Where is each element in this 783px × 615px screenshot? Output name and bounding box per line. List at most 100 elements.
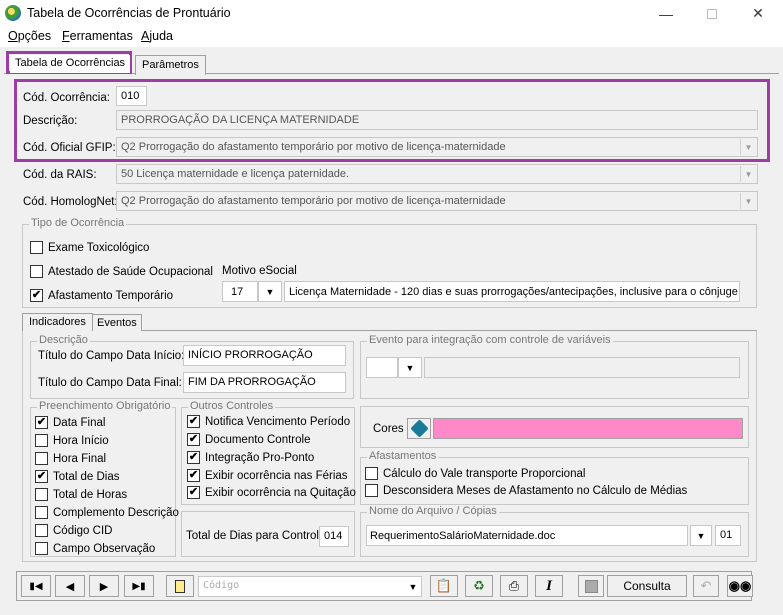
checkbox-box[interactable] (35, 452, 48, 465)
first-record-button[interactable]: ▮◀ (21, 575, 51, 597)
checkbox-box[interactable] (365, 484, 378, 497)
tipo-ocorrencia-title: Tipo de Ocorrência (29, 217, 127, 229)
undo-button[interactable]: ↶ (693, 575, 719, 597)
new-record-button[interactable] (166, 575, 194, 597)
color-picker-button[interactable] (407, 418, 431, 439)
window-title: Tabela de Ocorrências de Prontuário (27, 6, 231, 20)
checkbox-box[interactable]: ✔ (187, 451, 200, 464)
consulta-button[interactable]: Consulta (607, 575, 687, 597)
afastamento-checkbox[interactable]: ✔ Afastamento Temporário (30, 289, 173, 302)
atestado-checkbox[interactable]: Atestado de Saúde Ocupacional (30, 265, 213, 278)
chevron-down-icon[interactable]: ▼ (740, 166, 756, 182)
copias-input[interactable]: 01 (715, 525, 741, 546)
checkbox-box[interactable]: ✔ (187, 469, 200, 482)
search-record-button[interactable]: 📋 (430, 575, 458, 597)
checkbox-box[interactable] (35, 488, 48, 501)
tab-indicadores[interactable]: Indicadores (22, 313, 93, 331)
next-record-button[interactable]: ▶ (89, 575, 119, 597)
desconsidera-meses-checkbox[interactable]: Desconsidera Meses de Afastamento no Cál… (365, 484, 687, 497)
outros-notifica[interactable]: ✔ Notifica Vencimento Período (187, 415, 350, 428)
arquivo-title: Nome do Arquivo / Cópias (367, 505, 499, 517)
preench-data-final[interactable]: ✔ Data Final (35, 416, 105, 429)
checkbox-box[interactable] (35, 506, 48, 519)
last-record-button[interactable]: ▶▮ (124, 575, 154, 597)
minimize-button[interactable]: — (643, 0, 689, 27)
outros-quitacao[interactable]: ✔ Exibir ocorrência na Quitação (187, 486, 356, 499)
preench-codigo-cid[interactable]: Código CID (35, 524, 112, 537)
italic-button[interactable]: I (535, 575, 563, 597)
chevron-down-icon[interactable]: ▼ (740, 193, 756, 209)
checkbox-box[interactable] (365, 467, 378, 480)
evento-desc-field (424, 357, 740, 378)
checkbox-box[interactable]: ✔ (187, 415, 200, 428)
find-button[interactable]: ◉◉ (727, 575, 753, 597)
chevron-down-icon: ▼ (265, 286, 275, 297)
checkbox-box[interactable] (35, 524, 48, 537)
data-final-label: Título do Campo Data Final: (38, 377, 182, 389)
chevron-down-icon[interactable]: ▼ (405, 578, 421, 595)
checkbox-box[interactable] (35, 542, 48, 555)
total-dias-input[interactable]: 014 (319, 526, 349, 547)
checkbox-box[interactable] (30, 241, 43, 254)
print-button[interactable]: ⎙ (500, 575, 528, 597)
preench-hora-inicio[interactable]: Hora Início (35, 434, 109, 447)
menu-ferramentas[interactable]: Ferramentas (62, 29, 133, 43)
codigo-select[interactable]: Código (198, 576, 422, 597)
arquivo-select[interactable]: RequerimentoSalárioMaternidade.doc (366, 525, 688, 546)
tab-parametros[interactable]: Parâmetros (135, 55, 206, 75)
preench-campo-observacao[interactable]: Campo Observação (35, 542, 155, 555)
checkbox-box[interactable] (30, 265, 43, 278)
rais-select[interactable]: 50 Licença maternidade e licença paterni… (116, 164, 758, 184)
checkbox-box[interactable]: ✔ (35, 416, 48, 429)
evento-code-input[interactable] (366, 357, 398, 378)
preenchimento-title: Preenchimento Obrigatório (37, 400, 173, 412)
cod-ocorrencia-label: Cód. Ocorrência: (23, 92, 110, 104)
prev-record-button[interactable]: ◀ (55, 575, 85, 597)
preench-complemento[interactable]: Complemento Descrição (35, 506, 179, 519)
total-dias-label: Total de Dias para Controle: (186, 530, 329, 542)
checkbox-box[interactable]: ✔ (187, 433, 200, 446)
tab-eventos[interactable]: Eventos (92, 314, 142, 331)
evento-dropdown-button[interactable]: ▼ (398, 357, 422, 378)
arquivo-dropdown-button[interactable]: ▼ (690, 525, 712, 546)
data-final-input[interactable]: FIM DA PRORROGAÇÃO (183, 372, 346, 393)
tab-tabela-ocorrencias[interactable]: Tabela de Ocorrências (10, 55, 131, 73)
maximize-button[interactable] (689, 0, 735, 27)
paint-bucket-icon (409, 419, 429, 438)
menu-opcoes[interactable]: Opções (8, 29, 51, 43)
motivo-esocial-label: Motivo eSocial (222, 265, 297, 277)
first-icon: ▮◀ (29, 580, 43, 592)
save-button[interactable] (578, 575, 604, 597)
chevron-down-icon[interactable]: ▼ (740, 139, 756, 155)
vale-transporte-checkbox[interactable]: Cálculo do Vale transporte Proporcional (365, 467, 585, 480)
checkbox-box[interactable] (35, 434, 48, 447)
descricao-group-title: Descrição (37, 334, 90, 346)
color-swatch (433, 418, 743, 439)
motivo-code-input[interactable]: 17 (222, 281, 258, 302)
outros-ferias[interactable]: ✔ Exibir ocorrência nas Férias (187, 469, 348, 482)
preench-total-horas[interactable]: Total de Horas (35, 488, 127, 501)
minimize-icon: — (659, 5, 673, 22)
data-inicio-input[interactable]: INÍCIO PRORROGAÇÃO (183, 345, 346, 366)
preench-total-dias[interactable]: ✔ Total de Dias (35, 470, 119, 483)
motivo-dropdown-button[interactable]: ▼ (258, 281, 282, 302)
delete-button[interactable]: ♻ (465, 575, 493, 597)
outros-documento[interactable]: ✔ Documento Controle (187, 433, 310, 446)
chevron-down-icon: ▼ (696, 530, 706, 541)
homolognet-select[interactable]: Q2 Prorrogação do afastamento temporário… (116, 191, 758, 211)
preench-hora-final[interactable]: Hora Final (35, 452, 106, 465)
outros-pro-ponto[interactable]: ✔ Integração Pro-Ponto (187, 451, 314, 464)
document-search-icon: 📋 (435, 578, 453, 593)
last-icon: ▶▮ (132, 580, 146, 592)
menu-ajuda[interactable]: Ajuda (141, 29, 173, 43)
next-icon: ▶ (99, 580, 109, 593)
exame-toxicologico-checkbox[interactable]: Exame Toxicológico (30, 241, 149, 254)
descricao-input[interactable]: PRORROGAÇÃO DA LICENÇA MATERNIDADE (116, 110, 758, 130)
checkbox-box[interactable]: ✔ (187, 486, 200, 499)
checkbox-box[interactable]: ✔ (30, 289, 43, 302)
checkbox-box[interactable]: ✔ (35, 470, 48, 483)
close-button[interactable]: ✕ (735, 0, 781, 27)
gfip-select[interactable]: Q2 Prorrogação do afastamento temporário… (116, 137, 758, 157)
close-icon: ✕ (752, 5, 764, 21)
cod-ocorrencia-input[interactable]: 010 (116, 86, 147, 106)
